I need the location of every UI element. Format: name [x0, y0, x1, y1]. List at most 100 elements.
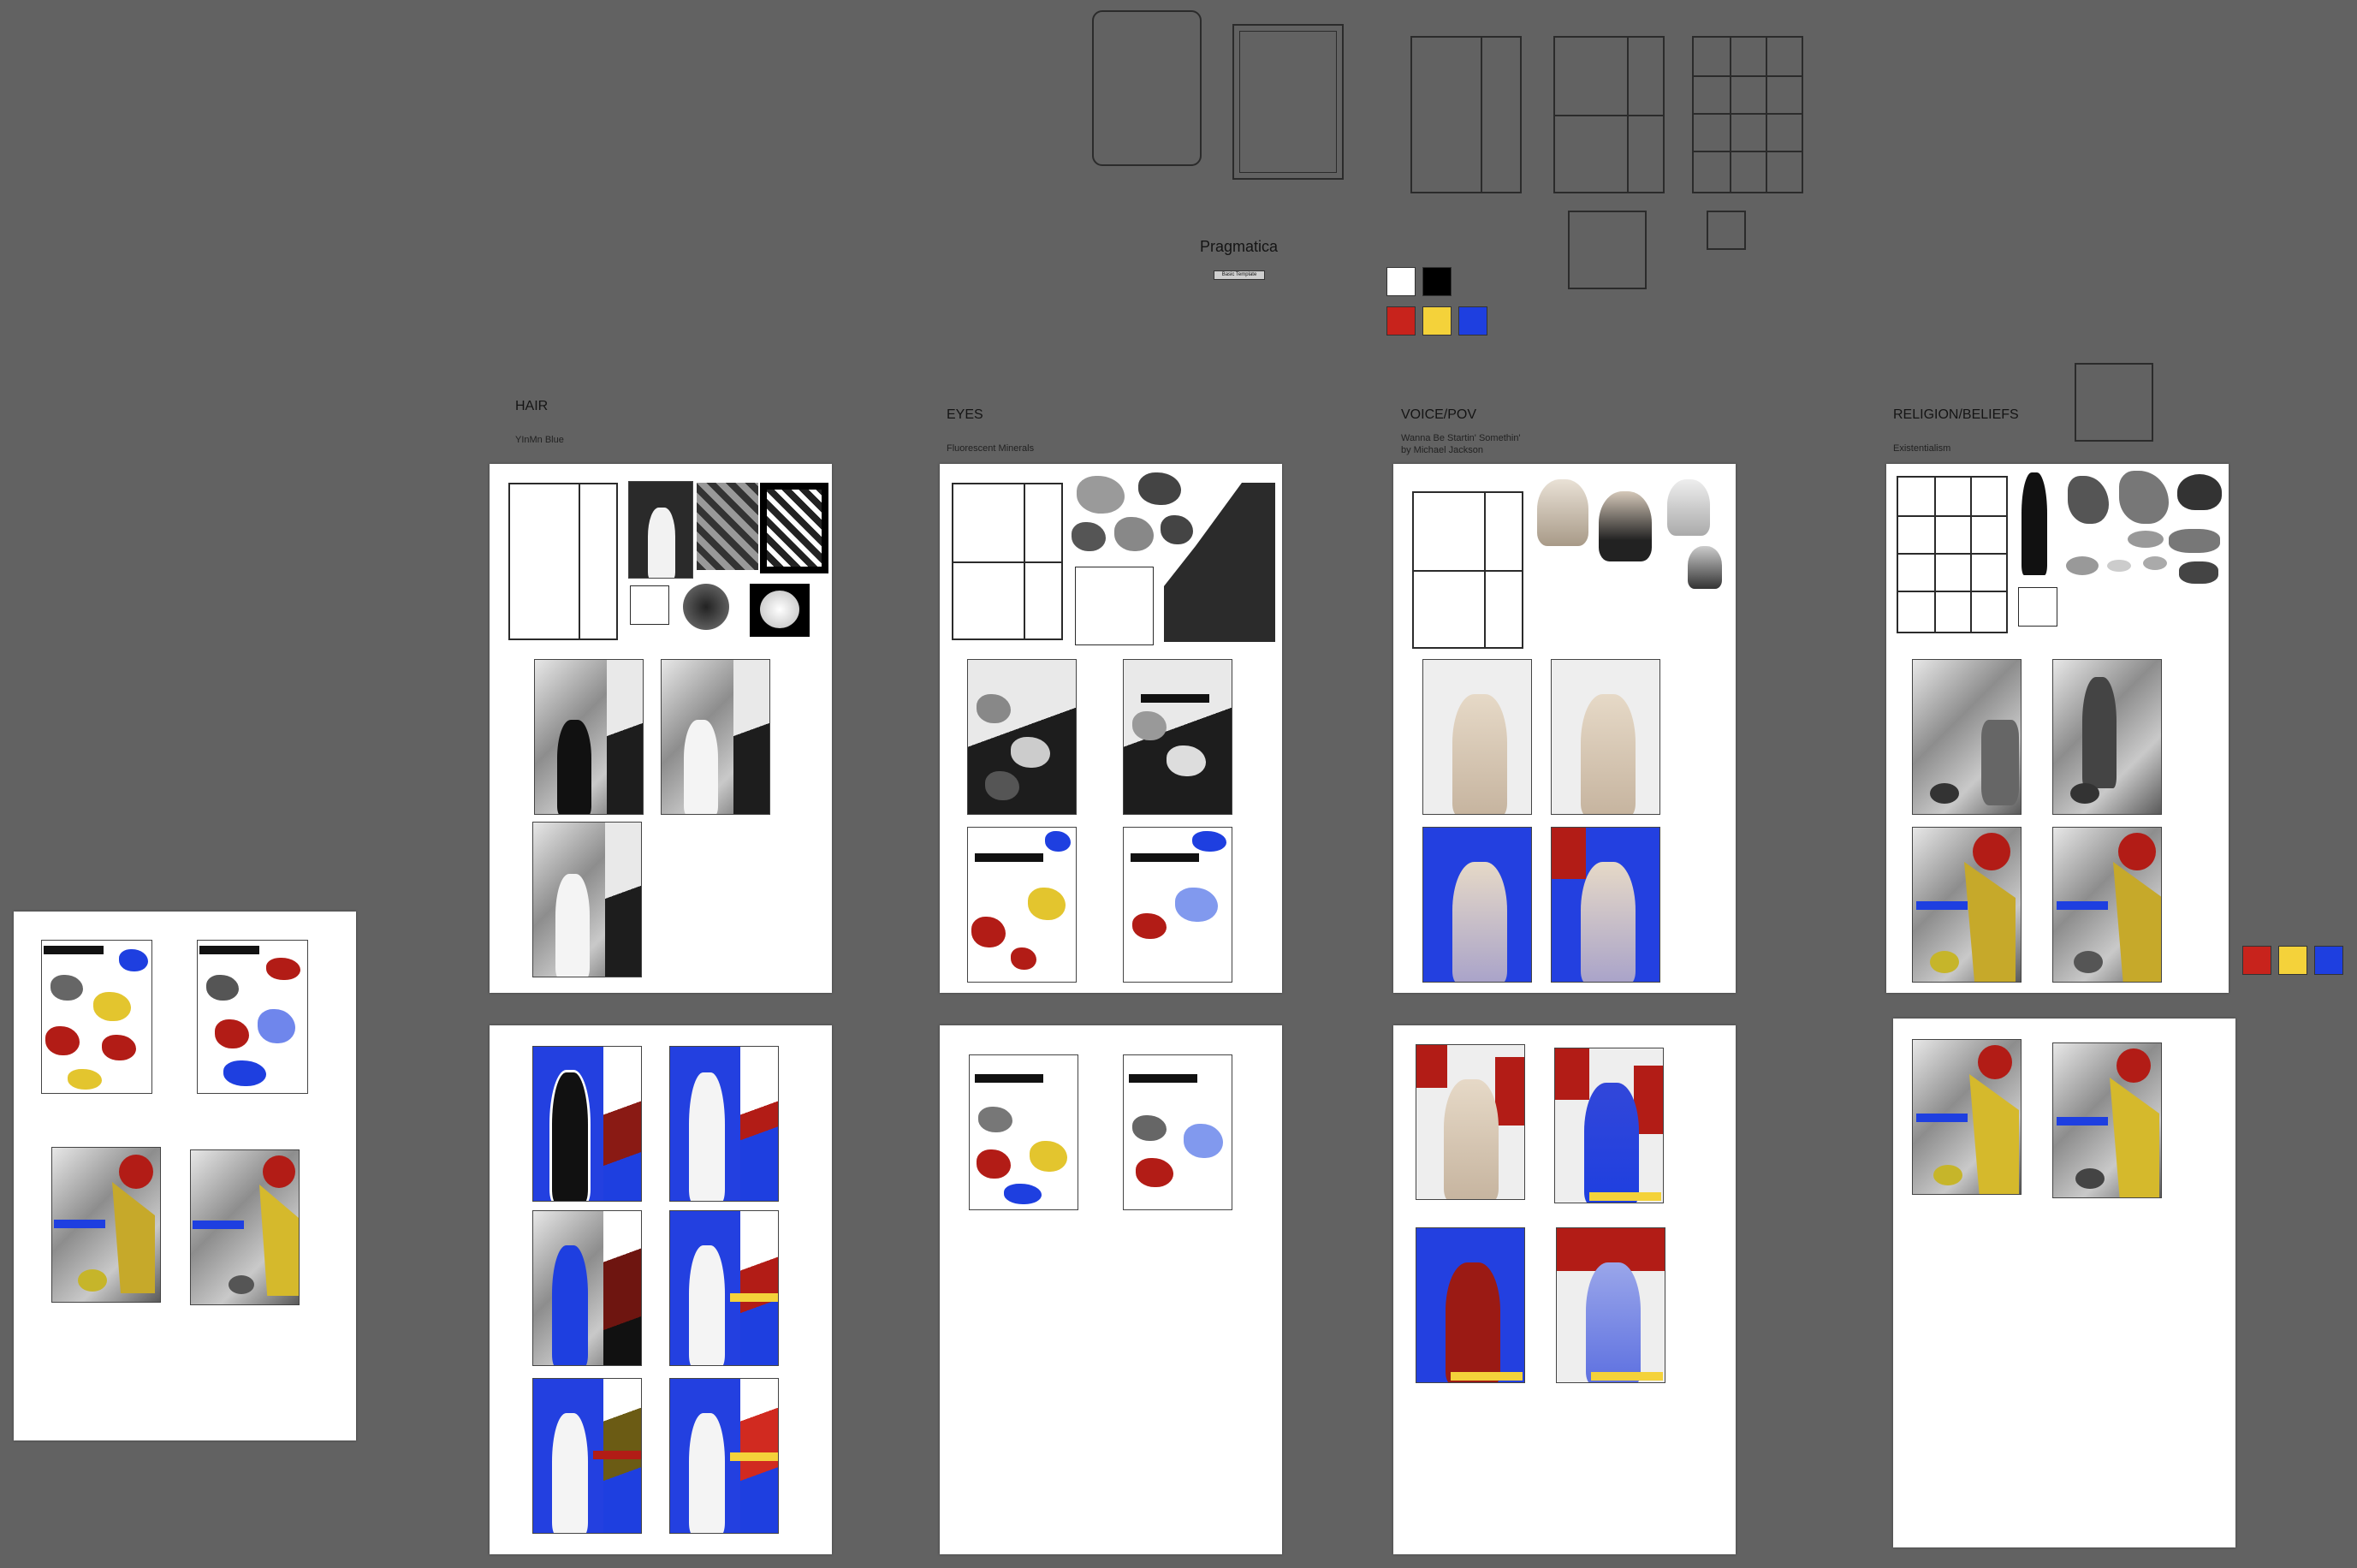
silhouette-icon: [648, 508, 675, 578]
poster-thumb[interactable]: [534, 659, 644, 815]
side-blue-swatch[interactable]: [2314, 946, 2343, 975]
hand-gesture: [2119, 471, 2169, 524]
artboard-religion-1[interactable]: [1886, 464, 2229, 993]
artboard-hair-2[interactable]: [490, 1025, 832, 1554]
poster-thumb[interactable]: [1123, 659, 1232, 815]
mineral-icon: [1011, 737, 1050, 768]
blue-swatch[interactable]: [1458, 306, 1487, 336]
template-square-right[interactable]: [2075, 363, 2153, 442]
silhouette-icon: [2022, 472, 2047, 575]
mineral-icon: [266, 958, 300, 980]
person-photo: [1688, 546, 1722, 589]
template-rounded-frame[interactable]: [1092, 10, 1202, 166]
diamond-pattern: [697, 483, 758, 570]
poster-thumb[interactable]: [41, 940, 152, 1094]
section-title-voice: VOICE/POV: [1401, 407, 1477, 422]
poster-thumb[interactable]: [51, 1147, 161, 1303]
white-swatch[interactable]: [1386, 267, 1416, 296]
poster-thumb[interactable]: [1551, 659, 1660, 815]
artboard-eyes-2[interactable]: [940, 1025, 1282, 1554]
section-subtitle2-voice: by Michael Jackson: [1401, 445, 1483, 455]
artboard-voice-1[interactable]: [1393, 464, 1736, 993]
poster-thumb[interactable]: [1556, 1227, 1665, 1383]
grid-h-line: [1694, 113, 1802, 115]
black-swatch[interactable]: [1422, 267, 1452, 296]
template-square-small[interactable]: [1707, 211, 1746, 250]
poster-thumb[interactable]: [1422, 827, 1532, 983]
app-title: Pragmatica: [1200, 238, 1279, 255]
poster-thumb[interactable]: [2052, 827, 2162, 983]
poster-thumb[interactable]: [1912, 659, 2022, 815]
template-four-grid: [952, 483, 1063, 640]
section-subtitle-religion: Existentialism: [1893, 443, 1951, 454]
yellow-shape: [259, 1185, 299, 1296]
section-title-hair: HAIR: [515, 399, 549, 413]
poster-thumb[interactable]: [1123, 1054, 1232, 1210]
poster-thumb[interactable]: [2052, 659, 2162, 815]
poster-thumb[interactable]: [1416, 1044, 1525, 1200]
poster-thumb[interactable]: [1912, 1039, 2022, 1195]
template-nine-grid[interactable]: [1692, 36, 1803, 193]
poster-thumb[interactable]: [1912, 827, 2022, 983]
poster-thumb[interactable]: [1416, 1227, 1525, 1383]
poster-thumb[interactable]: [1422, 659, 1532, 815]
poster-thumb[interactable]: [969, 1054, 1078, 1210]
template-nine-grid: [1897, 476, 2008, 633]
template-square-large[interactable]: [1568, 211, 1647, 289]
powder-dark: [683, 584, 729, 630]
template-square-small: [630, 585, 669, 625]
mineral-icon: [223, 1060, 266, 1086]
poster-thumb[interactable]: [197, 940, 308, 1094]
mouth-shape: [2128, 531, 2164, 548]
mineral-icon: [206, 975, 239, 1001]
mineral-icon: [985, 771, 1019, 800]
poster-thumb[interactable]: [2052, 1042, 2162, 1198]
poster-thumb[interactable]: [1123, 827, 1232, 983]
mineral-icon: [258, 1009, 295, 1043]
silhouette-icon: [689, 1245, 725, 1365]
template-two-column[interactable]: [1410, 36, 1522, 193]
poster-thumb[interactable]: [1554, 1048, 1664, 1203]
blue-label: [54, 1220, 105, 1228]
poster-thumb[interactable]: [532, 1378, 642, 1534]
side-yellow-swatch[interactable]: [2278, 946, 2307, 975]
artboard-hair-1[interactable]: [490, 464, 832, 993]
poster-thumb[interactable]: [532, 1210, 642, 1366]
yellow-shape: [112, 1182, 155, 1293]
artboard-eyes-1[interactable]: [940, 464, 1282, 993]
section-subtitle-eyes: Fluorescent Minerals: [947, 443, 1035, 454]
grid-h-line: [1694, 151, 1802, 152]
yellow-swatch[interactable]: [1422, 306, 1452, 336]
silhouette-icon: [552, 1413, 588, 1533]
poster-thumb[interactable]: [669, 1210, 779, 1366]
grid-v-line: [1730, 38, 1731, 192]
silhouette-icon: [557, 720, 591, 814]
side-red-swatch[interactable]: [2242, 946, 2271, 975]
mouth-shape: [2143, 556, 2167, 570]
section-subtitle-voice: Wanna Be Startin' Somethin': [1401, 433, 1521, 443]
poster-thumb[interactable]: [669, 1046, 779, 1202]
silhouette-icon: [689, 1072, 725, 1201]
grid-h-line: [1694, 75, 1802, 77]
poster-thumb[interactable]: [1551, 827, 1660, 983]
poster-thumb[interactable]: [190, 1149, 300, 1305]
template-square-small: [2018, 587, 2057, 627]
poster-thumb[interactable]: [669, 1378, 779, 1534]
artboard-religion-2[interactable]: [1893, 1019, 2235, 1547]
section-subtitle-hair: YInMn Blue: [515, 435, 564, 445]
mineral-icon: [977, 694, 1011, 723]
poster-thumb[interactable]: [967, 659, 1077, 815]
artboard-voice-2[interactable]: [1393, 1025, 1736, 1554]
template-button[interactable]: Basic Template: [1214, 270, 1265, 280]
red-swatch[interactable]: [1386, 306, 1416, 336]
section-title-eyes: EYES: [947, 407, 983, 422]
poster-thumb[interactable]: [532, 822, 642, 977]
poster-thumb[interactable]: [661, 659, 770, 815]
template-double-frame[interactable]: [1232, 24, 1344, 180]
section-title-religion: RELIGION/BELIEFS: [1893, 407, 2019, 422]
template-four-grid[interactable]: [1553, 36, 1665, 193]
poster-thumb[interactable]: [532, 1046, 642, 1202]
artboard-left[interactable]: [14, 912, 356, 1440]
grid-v-line: [1766, 38, 1767, 192]
poster-thumb[interactable]: [967, 827, 1077, 983]
